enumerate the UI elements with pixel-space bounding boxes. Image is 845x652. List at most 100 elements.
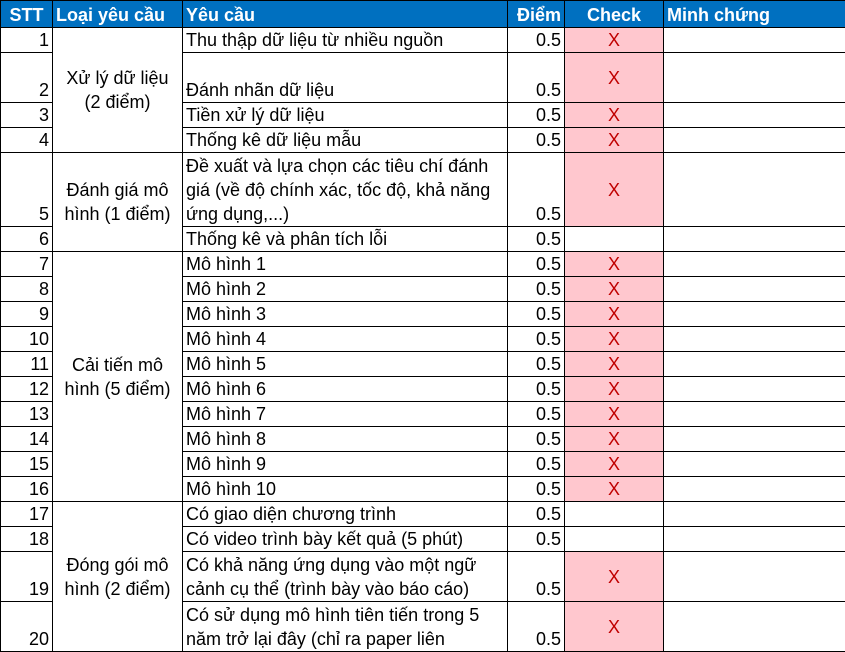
points-cell[interactable]: 0.5 bbox=[507, 601, 565, 652]
stt-cell[interactable]: 14 bbox=[0, 426, 53, 452]
check-cell[interactable] bbox=[564, 526, 664, 552]
stt-cell[interactable]: 11 bbox=[0, 351, 53, 377]
points-cell[interactable]: 0.5 bbox=[507, 127, 565, 153]
check-cell[interactable] bbox=[564, 501, 664, 527]
check-cell[interactable]: X bbox=[564, 276, 664, 302]
points-cell[interactable]: 0.5 bbox=[507, 251, 565, 277]
header-evidence[interactable]: Minh chứng bbox=[663, 0, 845, 28]
check-cell[interactable]: X bbox=[564, 601, 664, 652]
points-cell[interactable]: 0.5 bbox=[507, 526, 565, 552]
requirement-cell[interactable]: Tiền xử lý dữ liệu bbox=[182, 102, 508, 128]
points-cell[interactable]: 0.5 bbox=[507, 102, 565, 128]
check-cell[interactable]: X bbox=[564, 376, 664, 402]
requirement-cell[interactable]: Mô hình 9 bbox=[182, 451, 508, 477]
header-requirement[interactable]: Yêu cầu bbox=[182, 0, 508, 28]
stt-cell[interactable]: 8 bbox=[0, 276, 53, 302]
evidence-cell[interactable] bbox=[663, 152, 845, 227]
header-stt[interactable]: STT bbox=[0, 0, 53, 28]
check-cell[interactable]: X bbox=[564, 451, 664, 477]
requirement-cell[interactable]: Mô hình 2 bbox=[182, 276, 508, 302]
stt-cell[interactable]: 1 bbox=[0, 27, 53, 53]
evidence-cell[interactable] bbox=[663, 426, 845, 452]
header-check[interactable]: Check bbox=[564, 0, 664, 28]
requirement-cell[interactable]: Thống kê và phân tích lỗi bbox=[182, 226, 508, 252]
evidence-cell[interactable] bbox=[663, 501, 845, 527]
evidence-cell[interactable] bbox=[663, 476, 845, 502]
stt-cell[interactable]: 3 bbox=[0, 102, 53, 128]
requirement-cell[interactable]: Đề xuất và lựa chọn các tiêu chí đánh gi… bbox=[182, 152, 508, 227]
check-cell[interactable]: X bbox=[564, 426, 664, 452]
requirement-cell[interactable]: Mô hình 3 bbox=[182, 301, 508, 327]
points-cell[interactable]: 0.5 bbox=[507, 152, 565, 227]
stt-cell[interactable]: 15 bbox=[0, 451, 53, 477]
stt-cell[interactable]: 6 bbox=[0, 226, 53, 252]
header-points[interactable]: Điểm bbox=[507, 0, 565, 28]
points-cell[interactable]: 0.5 bbox=[507, 401, 565, 427]
evidence-cell[interactable] bbox=[663, 102, 845, 128]
points-cell[interactable]: 0.5 bbox=[507, 226, 565, 252]
requirement-cell[interactable]: Mô hình 4 bbox=[182, 326, 508, 352]
stt-cell[interactable]: 5 bbox=[0, 152, 53, 227]
evidence-cell[interactable] bbox=[663, 226, 845, 252]
stt-cell[interactable]: 10 bbox=[0, 326, 53, 352]
evidence-cell[interactable] bbox=[663, 276, 845, 302]
check-cell[interactable]: X bbox=[564, 326, 664, 352]
points-cell[interactable]: 0.5 bbox=[507, 451, 565, 477]
evidence-cell[interactable] bbox=[663, 401, 845, 427]
check-cell[interactable]: X bbox=[564, 251, 664, 277]
check-cell[interactable]: X bbox=[564, 476, 664, 502]
evidence-cell[interactable] bbox=[663, 376, 845, 402]
evidence-cell[interactable] bbox=[663, 251, 845, 277]
check-cell[interactable]: X bbox=[564, 401, 664, 427]
points-cell[interactable]: 0.5 bbox=[507, 301, 565, 327]
check-cell[interactable]: X bbox=[564, 52, 664, 103]
requirement-cell[interactable]: Đánh nhãn dữ liệu bbox=[182, 52, 508, 103]
check-cell[interactable]: X bbox=[564, 301, 664, 327]
check-cell[interactable]: X bbox=[564, 351, 664, 377]
group-label-cell[interactable]: Đánh giá mô hình (1 điểm) bbox=[52, 152, 183, 252]
stt-cell[interactable]: 20 bbox=[0, 601, 53, 652]
points-cell[interactable]: 0.5 bbox=[507, 501, 565, 527]
evidence-cell[interactable] bbox=[663, 526, 845, 552]
requirement-cell[interactable]: Mô hình 10 bbox=[182, 476, 508, 502]
requirement-cell[interactable]: Mô hình 5 bbox=[182, 351, 508, 377]
requirement-cell[interactable]: Có video trình bày kết quả (5 phút) bbox=[182, 526, 508, 552]
evidence-cell[interactable] bbox=[663, 351, 845, 377]
points-cell[interactable]: 0.5 bbox=[507, 376, 565, 402]
evidence-cell[interactable] bbox=[663, 127, 845, 153]
stt-cell[interactable]: 4 bbox=[0, 127, 53, 153]
stt-cell[interactable]: 17 bbox=[0, 501, 53, 527]
points-cell[interactable]: 0.5 bbox=[507, 27, 565, 53]
points-cell[interactable]: 0.5 bbox=[507, 426, 565, 452]
stt-cell[interactable]: 12 bbox=[0, 376, 53, 402]
requirement-cell[interactable]: Mô hình 7 bbox=[182, 401, 508, 427]
evidence-cell[interactable] bbox=[663, 27, 845, 53]
evidence-cell[interactable] bbox=[663, 301, 845, 327]
header-type[interactable]: Loại yêu cầu bbox=[52, 0, 183, 28]
requirement-cell[interactable]: Mô hình 6 bbox=[182, 376, 508, 402]
points-cell[interactable]: 0.5 bbox=[507, 551, 565, 602]
requirement-cell[interactable]: Thu thập dữ liệu từ nhiều nguồn bbox=[182, 27, 508, 53]
stt-cell[interactable]: 16 bbox=[0, 476, 53, 502]
requirement-cell[interactable]: Mô hình 8 bbox=[182, 426, 508, 452]
requirement-cell[interactable]: Thống kê dữ liệu mẫu bbox=[182, 127, 508, 153]
check-cell[interactable]: X bbox=[564, 551, 664, 602]
check-cell[interactable]: X bbox=[564, 152, 664, 227]
requirement-cell[interactable]: Có giao diện chương trình bbox=[182, 501, 508, 527]
check-cell[interactable] bbox=[564, 226, 664, 252]
evidence-cell[interactable] bbox=[663, 326, 845, 352]
evidence-cell[interactable] bbox=[663, 601, 845, 652]
points-cell[interactable]: 0.5 bbox=[507, 476, 565, 502]
check-cell[interactable]: X bbox=[564, 127, 664, 153]
points-cell[interactable]: 0.5 bbox=[507, 276, 565, 302]
stt-cell[interactable]: 13 bbox=[0, 401, 53, 427]
evidence-cell[interactable] bbox=[663, 551, 845, 602]
stt-cell[interactable]: 7 bbox=[0, 251, 53, 277]
stt-cell[interactable]: 2 bbox=[0, 52, 53, 103]
check-cell[interactable]: X bbox=[564, 102, 664, 128]
check-cell[interactable]: X bbox=[564, 27, 664, 53]
evidence-cell[interactable] bbox=[663, 52, 845, 103]
requirement-cell[interactable]: Mô hình 1 bbox=[182, 251, 508, 277]
points-cell[interactable]: 0.5 bbox=[507, 326, 565, 352]
evidence-cell[interactable] bbox=[663, 451, 845, 477]
